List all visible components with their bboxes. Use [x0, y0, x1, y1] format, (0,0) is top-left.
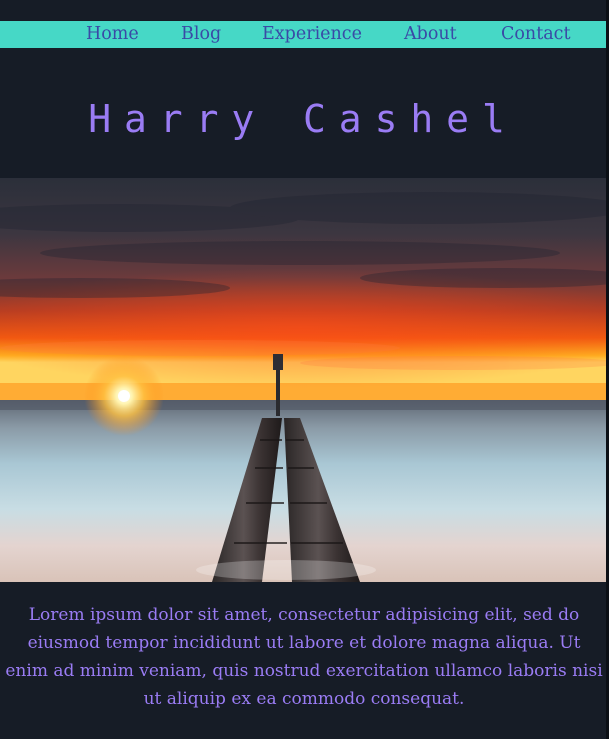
sunset-pier-illustration: [0, 178, 606, 582]
nav-link-contact[interactable]: Contact: [501, 21, 571, 48]
page-title: Harry Cashel: [88, 97, 518, 141]
page: Home Blog Experience About Contact Harry…: [0, 0, 609, 739]
hero-image: [0, 178, 606, 582]
nav-link-home[interactable]: Home: [86, 21, 139, 48]
top-nav: Home Blog Experience About Contact: [0, 21, 606, 48]
intro-paragraph: Lorem ipsum dolor sit amet, consectetur …: [5, 605, 603, 709]
nav-link-about[interactable]: About: [404, 21, 457, 48]
nav-link-blog[interactable]: Blog: [181, 21, 221, 48]
nav-link-experience[interactable]: Experience: [262, 21, 362, 48]
